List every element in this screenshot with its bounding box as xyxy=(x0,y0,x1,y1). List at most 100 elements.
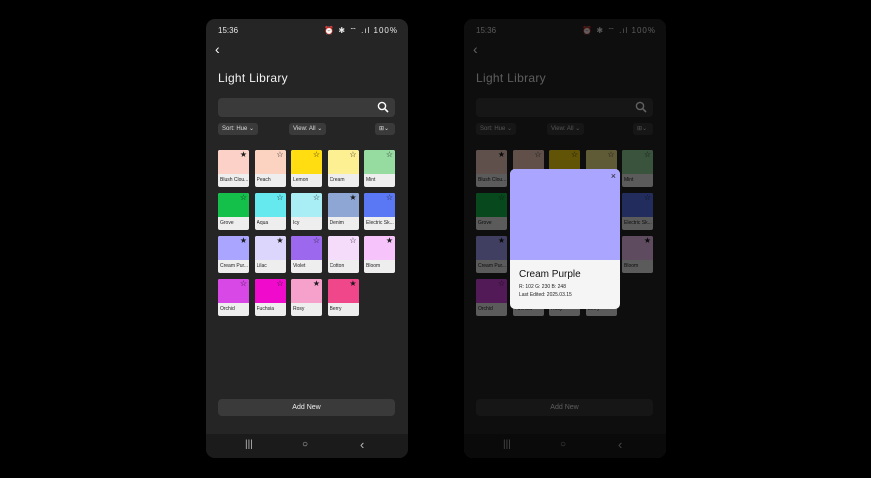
battery-level: 100% xyxy=(373,26,398,35)
color-card[interactable]: ★ Bloom xyxy=(364,236,395,273)
home-icon[interactable]: ○ xyxy=(302,439,308,450)
status-indicator-icons: ⏰ ✱ ⌔ .ıl xyxy=(324,26,371,35)
modal-rgb-values: R: 102 G: 230 B: 248 xyxy=(519,284,566,290)
color-swatch: ☆ xyxy=(218,279,249,303)
color-name: Grove xyxy=(220,220,234,226)
color-swatch: ☆ xyxy=(291,236,322,260)
color-swatch: ☆ xyxy=(327,150,359,174)
star-filled-icon[interactable]: ★ xyxy=(313,280,320,288)
color-card[interactable]: ★ Lilac xyxy=(254,236,286,273)
star-outline-icon[interactable]: ☆ xyxy=(276,151,283,159)
color-swatch: ☆ xyxy=(364,150,395,174)
color-name: Berry xyxy=(329,306,342,312)
color-card[interactable]: ★ Blush Clou... xyxy=(218,150,249,187)
color-swatch: ☆ xyxy=(254,150,286,174)
color-card[interactable]: ☆ Grove xyxy=(218,193,249,230)
modal-last-edited: Last Edited: 2025.03.15 xyxy=(519,292,572,298)
color-card[interactable]: ☆ Lemon xyxy=(291,150,322,187)
recents-icon[interactable]: ||| xyxy=(245,439,253,450)
color-swatch: ★ xyxy=(218,236,249,260)
color-card[interactable]: ★ Denim xyxy=(327,193,359,230)
phone-screen-detail: 15:36 ⏰ ✱ ⌔ .ıl 100% ‹ Light Library Sor… xyxy=(464,19,666,458)
color-name: Denim xyxy=(329,220,344,226)
color-swatch: ☆ xyxy=(291,150,322,174)
color-name: Blush Clou... xyxy=(220,177,248,183)
color-swatch: ★ xyxy=(327,279,359,303)
star-outline-icon[interactable]: ☆ xyxy=(349,237,356,245)
color-card[interactable]: ☆ Fuchsia xyxy=(254,279,286,316)
star-filled-icon[interactable]: ★ xyxy=(386,237,393,245)
star-outline-icon[interactable]: ☆ xyxy=(240,280,247,288)
color-name: Cream Pur... xyxy=(220,263,248,269)
star-outline-icon[interactable]: ☆ xyxy=(313,237,320,245)
search-icon[interactable] xyxy=(377,101,389,113)
add-new-button[interactable]: Add New xyxy=(218,399,395,416)
star-outline-icon[interactable]: ☆ xyxy=(240,194,247,202)
color-name: Lilac xyxy=(256,263,267,269)
view-dropdown[interactable]: View: All ⌄ xyxy=(289,123,327,135)
color-card[interactable]: ☆ Orchid xyxy=(218,279,249,316)
color-card[interactable]: ☆ Icy xyxy=(291,193,322,230)
back-arrow-icon[interactable]: ‹ xyxy=(215,41,220,57)
color-card[interactable]: ☆ Electric Sk... xyxy=(364,193,395,230)
color-card[interactable]: ★ Rosy xyxy=(291,279,322,316)
page-title: Light Library xyxy=(218,71,288,85)
status-time: 15:36 xyxy=(218,26,239,35)
color-card[interactable]: ☆ Cotton xyxy=(327,236,359,273)
color-swatch: ☆ xyxy=(364,193,395,217)
color-name: Icy xyxy=(293,220,300,226)
nav-back-icon[interactable]: ‹ xyxy=(360,437,364,452)
color-name: Rosy xyxy=(293,306,305,312)
color-name: Peach xyxy=(256,177,271,183)
star-outline-icon[interactable]: ☆ xyxy=(313,151,320,159)
color-name: Fuchsia xyxy=(256,306,275,312)
color-card[interactable]: ★ Cream Pur... xyxy=(218,236,249,273)
color-card[interactable]: ☆ Peach xyxy=(254,150,286,187)
color-card[interactable]: ★ Berry xyxy=(327,279,359,316)
color-swatch: ☆ xyxy=(327,236,359,260)
status-icons: ⏰ ✱ ⌔ .ıl 100% xyxy=(324,26,398,36)
color-name: Electric Sk... xyxy=(366,220,394,226)
color-swatch: ★ xyxy=(364,236,395,260)
color-name: Mint xyxy=(366,177,376,183)
color-name: Cream xyxy=(329,177,345,183)
color-card[interactable]: ☆ Cream xyxy=(327,150,359,187)
color-name: Cotton xyxy=(329,263,345,269)
grid-layout-icon[interactable]: ⊞⌄ xyxy=(375,123,395,135)
color-swatch: ★ xyxy=(327,193,359,217)
color-swatch: ☆ xyxy=(218,193,249,217)
star-outline-icon[interactable]: ☆ xyxy=(276,280,283,288)
star-filled-icon[interactable]: ★ xyxy=(349,194,356,202)
star-filled-icon[interactable]: ★ xyxy=(276,237,283,245)
star-filled-icon[interactable]: ★ xyxy=(349,280,356,288)
status-bar: 15:36 ⏰ ✱ ⌔ .ıl 100% xyxy=(206,19,408,41)
star-filled-icon[interactable]: ★ xyxy=(240,151,247,159)
color-card[interactable]: ☆ Mint xyxy=(364,150,395,187)
color-name: Orchid xyxy=(220,306,235,312)
color-swatch: ★ xyxy=(218,150,249,174)
modal-color-swatch xyxy=(510,169,620,260)
phone-screen-library: 15:36 ⏰ ✱ ⌔ .ıl 100% ‹ Light Library Sor… xyxy=(206,19,408,458)
system-nav-bar: ||| ○ ‹ xyxy=(206,434,408,458)
color-swatch: ★ xyxy=(291,279,322,303)
color-card[interactable]: ☆ Violet xyxy=(291,236,322,273)
color-swatch: ★ xyxy=(254,236,286,260)
color-card[interactable]: ☆ Aqua xyxy=(254,193,286,230)
color-detail-modal: × Cream Purple R: 102 G: 230 B: 248 Last… xyxy=(510,169,620,309)
star-filled-icon[interactable]: ★ xyxy=(240,237,247,245)
star-outline-icon[interactable]: ☆ xyxy=(349,151,356,159)
color-name: Violet xyxy=(293,263,306,269)
color-name: Lemon xyxy=(293,177,309,183)
color-swatch: ☆ xyxy=(291,193,322,217)
color-swatch: ☆ xyxy=(254,279,286,303)
star-outline-icon[interactable]: ☆ xyxy=(276,194,283,202)
star-outline-icon[interactable]: ☆ xyxy=(313,194,320,202)
modal-color-name: Cream Purple xyxy=(519,269,581,280)
sort-dropdown[interactable]: Sort: Hue ⌄ xyxy=(218,123,259,135)
search-input[interactable] xyxy=(218,98,395,117)
color-name: Bloom xyxy=(366,263,381,269)
star-outline-icon[interactable]: ☆ xyxy=(386,194,393,202)
star-outline-icon[interactable]: ☆ xyxy=(386,151,393,159)
color-name: Aqua xyxy=(256,220,269,226)
close-icon[interactable]: × xyxy=(611,171,616,181)
